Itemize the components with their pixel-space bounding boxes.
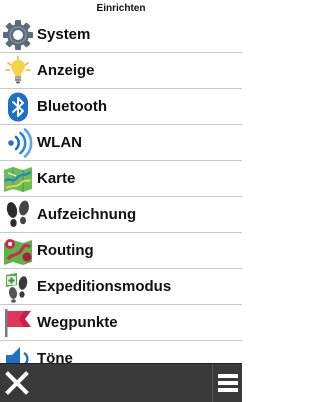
settings-menu-list[interactable]: System Anzeige Bluetooth WLAN Karte Aufz… xyxy=(0,17,242,363)
menu-item-wlan[interactable]: WLAN xyxy=(0,125,242,161)
routing-icon xyxy=(1,234,35,268)
settings-screen: Einrichten System Anzeige Bluetooth WLAN… xyxy=(0,0,242,402)
menu-item-label: Routing xyxy=(37,242,94,259)
expedition-icon xyxy=(1,270,35,304)
menu-item-aufzeichnung[interactable]: Aufzeichnung xyxy=(0,197,242,233)
close-icon xyxy=(5,371,29,395)
menu-item-routing[interactable]: Routing xyxy=(0,233,242,269)
map-icon xyxy=(1,162,35,196)
menu-item-label: Aufzeichnung xyxy=(37,206,137,223)
wifi-icon xyxy=(1,126,35,160)
menu-button[interactable] xyxy=(212,364,242,402)
menu-item-expeditionsmodus[interactable]: Expeditionsmodus xyxy=(0,269,242,305)
menu-item-label: Bluetooth xyxy=(37,98,107,115)
flag-icon xyxy=(1,306,35,340)
close-button[interactable] xyxy=(0,364,34,402)
menu-item-label: Anzeige xyxy=(37,62,95,79)
page-title: Einrichten xyxy=(0,0,242,18)
hamburger-menu-icon xyxy=(217,371,239,395)
menu-item-label: Karte xyxy=(37,170,76,187)
gear-icon xyxy=(1,18,35,52)
menu-item-anzeige[interactable]: Anzeige xyxy=(0,53,242,89)
menu-item-karte[interactable]: Karte xyxy=(0,161,242,197)
menu-item-system[interactable]: System xyxy=(0,17,242,53)
footprints-icon xyxy=(1,198,35,232)
menu-item-label: System xyxy=(37,26,91,43)
menu-item-label: Töne xyxy=(37,350,73,363)
menu-item-wegpunkte[interactable]: Wegpunkte xyxy=(0,305,242,341)
bottom-toolbar xyxy=(0,363,242,402)
menu-item-label: Wegpunkte xyxy=(37,314,118,331)
sound-icon xyxy=(1,342,35,363)
menu-item-toene[interactable]: Töne xyxy=(0,341,242,363)
menu-item-label: WLAN xyxy=(37,134,82,151)
menu-item-bluetooth[interactable]: Bluetooth xyxy=(0,89,242,125)
menu-item-label: Expeditionsmodus xyxy=(37,278,172,295)
lightbulb-icon xyxy=(1,54,35,88)
bluetooth-icon xyxy=(1,90,35,124)
